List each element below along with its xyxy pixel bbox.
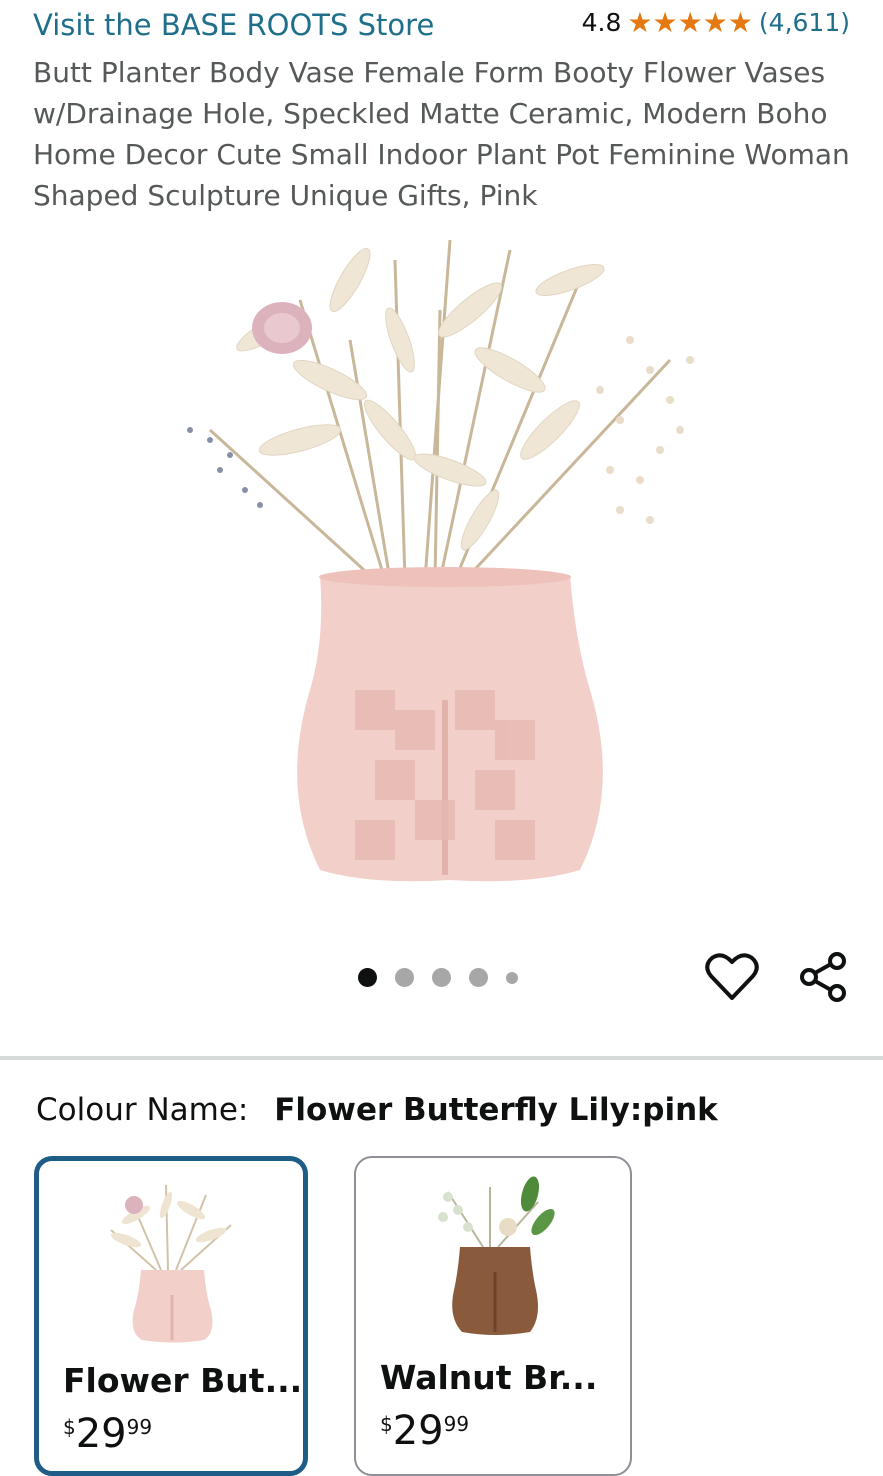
share-button[interactable]: [797, 950, 851, 1004]
image-carousel-indicator: [358, 968, 518, 987]
rating-summary[interactable]: 4.8 ★ ★ ★ ★ ★ (4,611): [582, 8, 850, 37]
variation-option-walnut[interactable]: Walnut Br... $2999: [354, 1156, 632, 1476]
variation-price: $2999: [380, 1408, 469, 1454]
heart-icon: [705, 953, 759, 1000]
price-whole: 29: [392, 1408, 444, 1454]
add-to-wishlist-button[interactable]: [705, 952, 759, 1002]
star-icon: ★: [652, 5, 678, 39]
store-link[interactable]: Visit the BASE ROOTS Store: [33, 8, 434, 42]
variation-thumbnail: [110, 1184, 232, 1343]
variation-header: Colour Name: Flower Butterfly Lily:pink: [36, 1092, 718, 1128]
price-currency: $: [380, 1412, 393, 1436]
review-count-link[interactable]: (4,611): [759, 8, 850, 37]
product-image[interactable]: [150, 220, 730, 920]
variation-name: Flower But...: [63, 1361, 303, 1400]
star-icon: ★: [702, 5, 728, 39]
star-icon: ★: [677, 5, 703, 39]
rating-value: 4.8: [581, 8, 622, 37]
variation-label: Colour Name:: [36, 1092, 249, 1128]
variation-option-flower[interactable]: Flower But... $2999: [34, 1156, 308, 1476]
share-icon: [800, 952, 846, 1002]
carousel-dot-2[interactable]: [395, 968, 414, 987]
price-fraction: 99: [443, 1412, 470, 1436]
product-title: Butt Planter Body Vase Female Form Booty…: [33, 56, 850, 212]
price-whole: 29: [75, 1411, 127, 1457]
variation-price: $2999: [63, 1411, 152, 1457]
variation-thumbnail: [438, 1176, 555, 1335]
price-fraction: 99: [126, 1415, 153, 1439]
carousel-dot-1[interactable]: [358, 968, 377, 987]
variation-name: Walnut Br...: [380, 1358, 598, 1397]
price-currency: $: [63, 1415, 76, 1439]
star-rating: ★ ★ ★ ★ ★: [627, 5, 753, 39]
star-icon: ★: [627, 5, 653, 39]
carousel-dot-4[interactable]: [469, 968, 488, 987]
star-icon: ★: [727, 5, 753, 39]
section-divider: [0, 1056, 883, 1060]
carousel-dot-3[interactable]: [432, 968, 451, 987]
carousel-dot-5[interactable]: [506, 971, 518, 984]
variation-selected-value: Flower Butterfly Lily:pink: [274, 1092, 718, 1128]
